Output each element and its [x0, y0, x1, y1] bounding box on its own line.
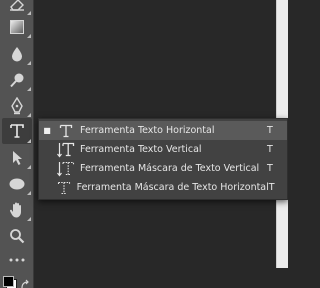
- menu-item-label: Ferramenta Máscara de Texto Vertical: [80, 163, 260, 174]
- type-icon: [9, 123, 25, 139]
- menu-item-horizontal-type-mask[interactable]: Ferramenta Máscara de Texto Horizontal T: [39, 178, 287, 197]
- pen-tool-button[interactable]: [2, 94, 32, 118]
- tool-group-indicator: [27, 217, 31, 221]
- menu-item-label: Ferramenta Máscara de Texto Horizontal: [76, 182, 269, 193]
- dodge-tool-button[interactable]: [2, 68, 32, 92]
- edit-toolbar-button[interactable]: [2, 252, 32, 268]
- tools-panel: [0, 0, 34, 288]
- zoom-icon: [9, 228, 25, 244]
- ellipsis-icon: [8, 257, 26, 263]
- gradient-tool-button[interactable]: [2, 15, 32, 39]
- workspace: ■ Ferramenta Texto Horizontal T Ferramen…: [0, 0, 288, 288]
- menu-item-horizontal-type[interactable]: ■ Ferramenta Texto Horizontal T: [39, 121, 287, 140]
- horizontal-type-icon: [55, 122, 77, 139]
- menu-item-vertical-type-mask[interactable]: Ferramenta Máscara de Texto Vertical T: [39, 159, 287, 178]
- swap-colors-icon[interactable]: [20, 276, 32, 288]
- menu-item-label: Ferramenta Texto Vertical: [80, 144, 202, 155]
- foreground-color-swatch[interactable]: [3, 276, 14, 287]
- gradient-icon: [9, 19, 25, 35]
- menu-item-shortcut: T: [267, 144, 273, 155]
- tool-group-indicator: [27, 87, 31, 91]
- arrow-icon: [10, 150, 24, 166]
- tool-group-indicator: [27, 113, 31, 117]
- eraser-tool-button[interactable]: [2, 0, 32, 16]
- ellipse-icon: [8, 177, 26, 191]
- horizontal-type-mask-icon: [54, 179, 74, 196]
- vertical-type-icon: [55, 141, 77, 158]
- tool-group-indicator: [27, 61, 31, 65]
- vertical-type-mask-icon: [55, 160, 77, 177]
- menu-item-vertical-type[interactable]: Ferramenta Texto Vertical T: [39, 140, 287, 159]
- dodge-icon: [9, 72, 25, 88]
- tool-group-indicator: [27, 191, 31, 195]
- hand-icon: [9, 201, 25, 219]
- type-tool-flyout-menu: ■ Ferramenta Texto Horizontal T Ferramen…: [38, 118, 288, 200]
- type-tool-button[interactable]: [2, 118, 32, 144]
- path-selection-tool-button[interactable]: [2, 146, 32, 170]
- menu-item-shortcut: T: [267, 163, 273, 174]
- eraser-icon: [8, 0, 26, 12]
- tool-group-indicator: [27, 139, 31, 143]
- tool-group-indicator: [27, 165, 31, 169]
- selected-bullet-icon: ■: [43, 126, 51, 135]
- blur-tool-button[interactable]: [2, 42, 32, 66]
- drop-icon: [10, 46, 24, 62]
- zoom-tool-button[interactable]: [2, 224, 32, 248]
- pen-icon: [9, 97, 25, 115]
- ellipse-tool-button[interactable]: [2, 172, 32, 196]
- tool-group-indicator: [27, 34, 31, 38]
- menu-item-shortcut: T: [268, 182, 275, 193]
- menu-item-label: Ferramenta Texto Horizontal: [80, 125, 215, 136]
- hand-tool-button[interactable]: [2, 198, 32, 222]
- foreground-background-colors[interactable]: [3, 276, 17, 288]
- menu-item-shortcut: T: [267, 125, 273, 136]
